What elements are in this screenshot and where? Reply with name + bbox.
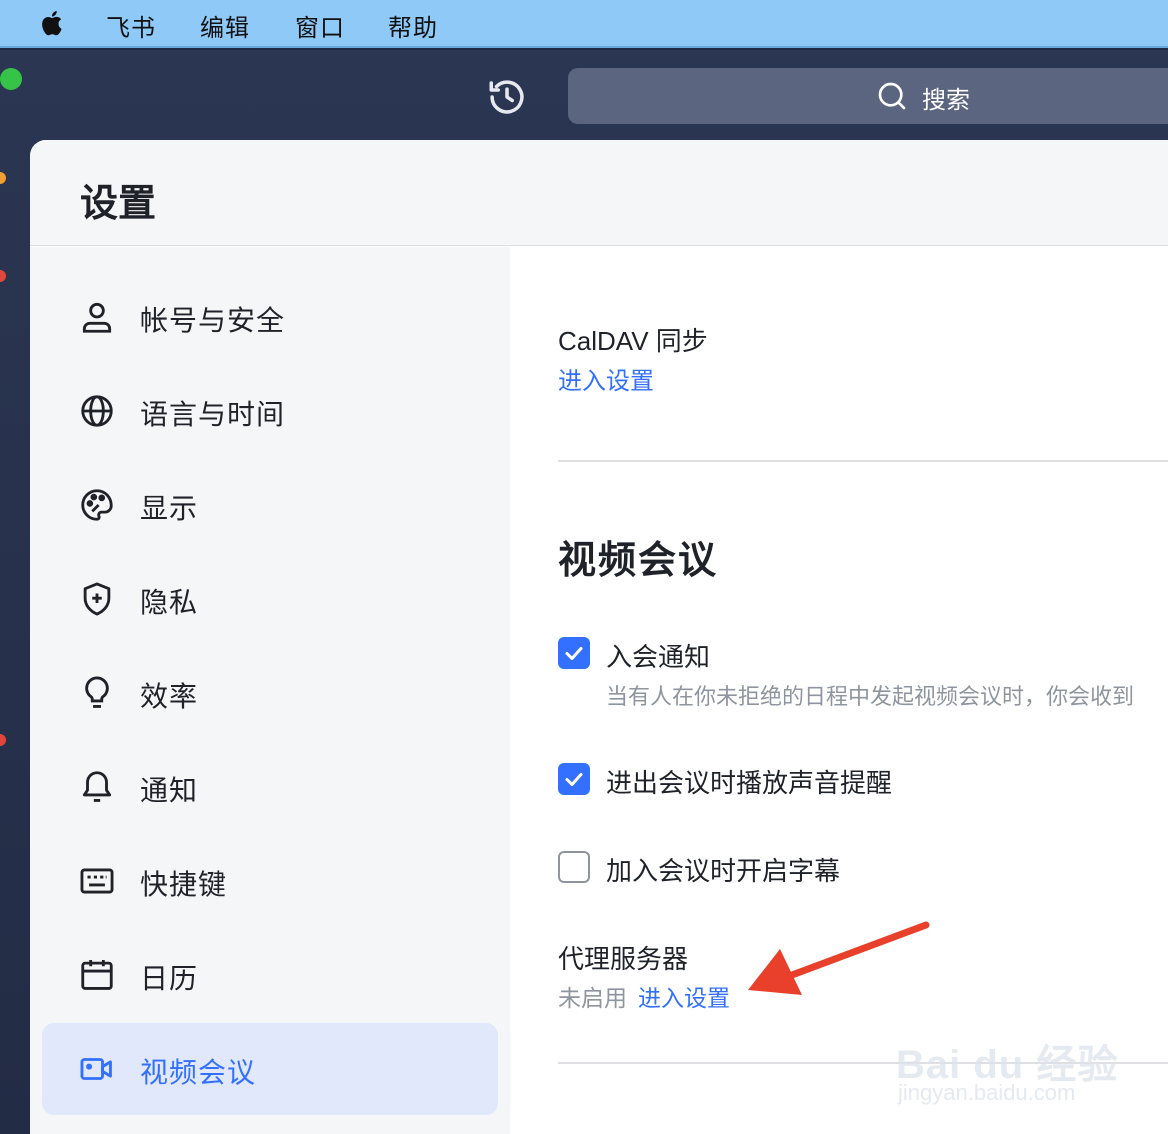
sidebar-item-notifications[interactable]: 通知 <box>42 741 498 833</box>
sidebar-item-label: 显示 <box>140 493 199 524</box>
settings-window: 设置 帐号与安全 语言与时间 显示 隐私 效率 通知 快捷键 日历 视频会议 C… <box>30 140 1168 1134</box>
sidebar-item-account[interactable]: 帐号与安全 <box>42 271 498 363</box>
apple-logo-icon[interactable] <box>38 8 68 38</box>
join-notification-label: 入会通知 <box>606 642 711 672</box>
video-icon <box>80 1058 112 1080</box>
lightbulb-icon <box>85 676 109 708</box>
bell-icon <box>82 771 112 802</box>
sidebar-item-label: 日历 <box>140 963 199 994</box>
sound-reminder-label: 进出会议时播放声音提醒 <box>606 768 893 798</box>
proxy-status: 未启用 <box>558 985 627 1011</box>
window-zoom-button[interactable] <box>0 68 22 90</box>
calendar-icon <box>81 959 113 990</box>
search-placeholder: 搜索 <box>922 87 970 114</box>
sidebar-item-label: 通知 <box>140 775 199 806</box>
menu-window[interactable]: 窗口 <box>295 8 345 43</box>
sidebar-item-label: 语言与时间 <box>140 399 286 430</box>
caldav-settings-link[interactable]: 进入设置 <box>558 361 654 396</box>
menu-edit[interactable]: 编辑 <box>200 8 250 43</box>
check-icon <box>565 773 583 786</box>
sidebar-item-label: 快捷键 <box>140 869 228 900</box>
join-notification-description: 当有人在你未拒绝的日程中发起视频会议时，你会收到 <box>606 684 1135 709</box>
check-icon <box>565 647 583 660</box>
menu-help[interactable]: 帮助 <box>388 8 438 43</box>
proxy-title: 代理服务器 <box>558 944 689 974</box>
sidebar-item-video-meeting[interactable]: 视频会议 <box>42 1023 498 1115</box>
sidebar-item-display[interactable]: 显示 <box>42 459 498 551</box>
palette-icon <box>81 489 113 521</box>
history-icon[interactable] <box>486 76 528 118</box>
shield-icon <box>83 582 111 616</box>
sidebar-item-language[interactable]: 语言与时间 <box>42 365 498 457</box>
section-title: 视频会议 <box>558 540 719 582</box>
settings-header: 设置 <box>30 140 1168 246</box>
sidebar-item-shortcuts[interactable]: 快捷键 <box>42 835 498 927</box>
globe-icon <box>81 395 113 427</box>
sidebar-item-label: 效率 <box>140 681 199 712</box>
menu-app[interactable]: 飞书 <box>106 8 156 43</box>
keyboard-icon <box>80 868 114 894</box>
user-icon <box>82 302 112 333</box>
search-icon <box>878 82 906 110</box>
settings-sidebar: 帐号与安全 语言与时间 显示 隐私 效率 通知 快捷键 日历 视频会议 <box>30 247 510 1134</box>
captions-checkbox[interactable] <box>558 851 590 883</box>
sidebar-item-label: 视频会议 <box>140 1057 257 1088</box>
sidebar-item-label: 隐私 <box>140 587 199 618</box>
watermark-url: jingyan.baidu.com <box>898 1080 1076 1105</box>
divider <box>558 460 1168 462</box>
sidebar-item-privacy[interactable]: 隐私 <box>42 553 498 645</box>
sidebar-item-calendar[interactable]: 日历 <box>42 929 498 1021</box>
sidebar-item-label: 帐号与安全 <box>140 305 286 336</box>
page-title: 设置 <box>80 183 157 225</box>
sound-reminder-checkbox[interactable] <box>558 763 590 795</box>
search-input[interactable] <box>568 68 1168 124</box>
menu-bar: 飞书 编辑 窗口 帮助 <box>0 0 1168 48</box>
proxy-settings-link[interactable]: 进入设置 <box>638 979 730 1013</box>
captions-label: 加入会议时开启字幕 <box>606 856 841 886</box>
join-notification-checkbox[interactable] <box>558 637 590 669</box>
caldav-title: CalDAV 同步 <box>558 326 708 356</box>
baidu-watermark: Bai du 经验 jingyan.baidu.com <box>896 1010 1126 1110</box>
sidebar-item-efficiency[interactable]: 效率 <box>42 647 498 739</box>
annotation-arrow-icon <box>748 921 930 995</box>
